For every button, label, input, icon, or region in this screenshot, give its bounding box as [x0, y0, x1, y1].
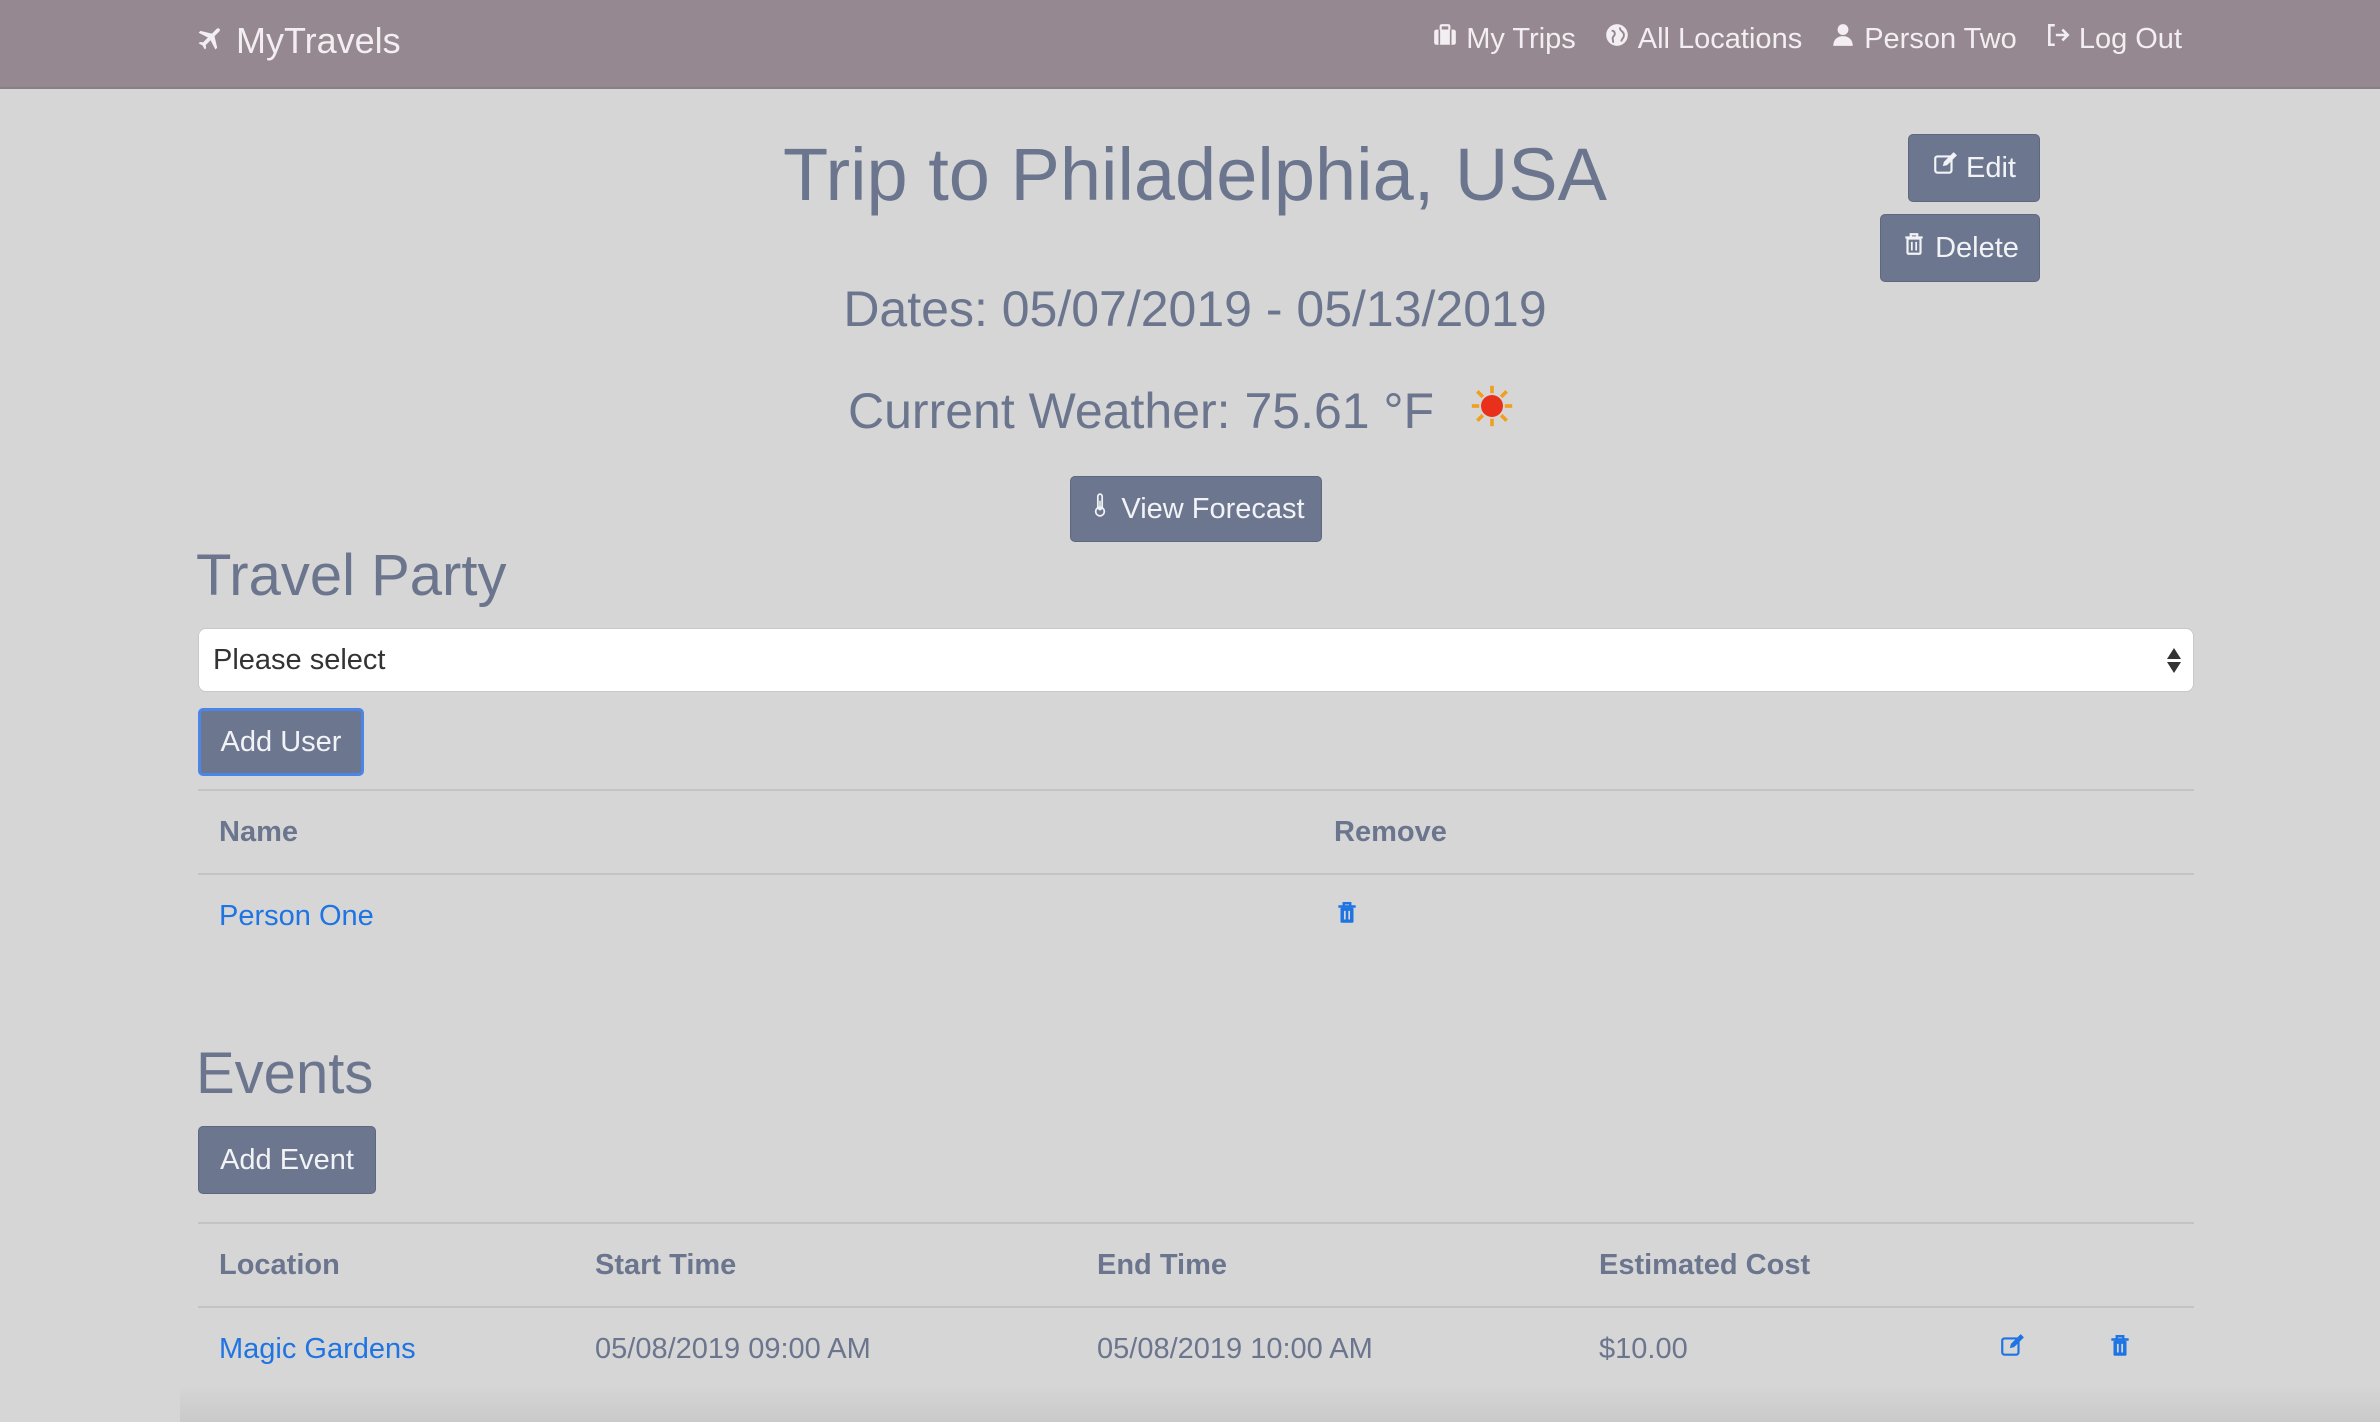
column-header-remove: Remove [1313, 789, 2194, 875]
nav-profile-label: Person Two [1864, 22, 2017, 55]
event-location-link[interactable]: Magic Gardens [219, 1333, 416, 1365]
events-heading: Events [196, 1041, 374, 1106]
remove-member-trash-icon[interactable] [1334, 901, 1360, 933]
column-header-delete [2086, 1222, 2194, 1308]
table-row: Magic Gardens 05/08/2019 09:00 AM 05/08/… [198, 1307, 2194, 1391]
edit-event-icon[interactable] [1999, 1333, 2025, 1366]
navbar: MyTravels My Trips All Locations Person … [0, 0, 2380, 89]
nav-all-locations-label: All Locations [1637, 22, 1803, 55]
user-select[interactable]: Please select [198, 628, 2194, 692]
nav-my-trips[interactable]: My Trips [1432, 22, 1576, 56]
nav-log-out-label: Log Out [2078, 22, 2182, 55]
nav-profile[interactable]: Person Two [1830, 22, 2017, 56]
column-header-end-time: End Time [1076, 1222, 1578, 1308]
nav-links: My Trips All Locations Person Two Log Ou… [1432, 22, 2182, 56]
delete-trip-label: Delete [1935, 231, 2019, 264]
edit-trip-button[interactable]: Edit [1908, 134, 2040, 202]
thermometer-icon [1087, 492, 1113, 526]
user-select-value: Please select [213, 643, 386, 676]
sun-icon [1470, 382, 1514, 440]
globe-icon [1604, 22, 1630, 56]
table-header-row: Name Remove [198, 789, 2194, 875]
travel-party-heading: Travel Party [196, 543, 507, 608]
brand-link[interactable]: MyTravels [196, 20, 401, 62]
edit-trip-label: Edit [1966, 151, 2016, 184]
event-end-time: 05/08/2019 10:00 AM [1097, 1333, 1373, 1365]
events-table: Location Start Time End Time Estimated C… [198, 1222, 2194, 1391]
add-user-button[interactable]: Add User [198, 708, 364, 776]
table-header-row: Location Start Time End Time Estimated C… [198, 1222, 2194, 1308]
nav-all-locations[interactable]: All Locations [1604, 22, 1802, 56]
column-header-location: Location [198, 1222, 574, 1308]
party-member-link[interactable]: Person One [219, 900, 374, 932]
delete-event-trash-icon[interactable] [2107, 1334, 2133, 1366]
column-header-name: Name [198, 789, 1313, 875]
user-icon [1830, 22, 1856, 56]
select-arrows-icon [2167, 645, 2181, 675]
trash-icon [1901, 231, 1927, 265]
column-header-edit [1978, 1222, 2086, 1308]
nav-log-out[interactable]: Log Out [2045, 22, 2182, 56]
plane-icon [196, 20, 226, 62]
suitcase-icon [1432, 22, 1458, 56]
table-row: Person One [198, 874, 2194, 958]
view-forecast-button[interactable]: View Forecast [1070, 476, 1322, 542]
view-forecast-label: View Forecast [1121, 492, 1305, 525]
weather-text: Current Weather: 75.61 °F [848, 383, 1435, 439]
nav-my-trips-label: My Trips [1466, 22, 1576, 55]
travel-party-table: Name Remove Person One [198, 789, 2194, 958]
column-header-estimated-cost: Estimated Cost [1578, 1222, 1978, 1308]
current-weather: Current Weather: 75.61 °F [848, 382, 1514, 440]
delete-trip-button[interactable]: Delete [1880, 214, 2040, 282]
brand-label: MyTravels [236, 20, 401, 61]
add-event-button[interactable]: Add Event [198, 1126, 376, 1194]
column-header-start-time: Start Time [574, 1222, 1076, 1308]
event-cost: $10.00 [1599, 1333, 1688, 1365]
trip-dates: Dates: 05/07/2019 - 05/13/2019 [843, 281, 1547, 337]
edit-icon [1932, 151, 1958, 185]
event-start-time: 05/08/2019 09:00 AM [595, 1333, 871, 1365]
sign-out-icon [2045, 22, 2071, 56]
